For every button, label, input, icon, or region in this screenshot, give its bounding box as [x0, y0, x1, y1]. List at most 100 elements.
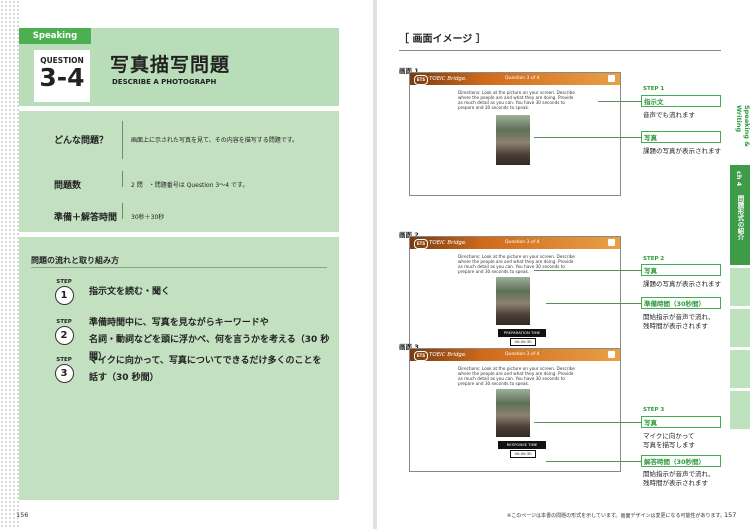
desc-line: 残時間が表示されます — [643, 322, 708, 330]
page-number-right: 157 — [724, 511, 737, 519]
flow-panel: 問題の流れと取り組み方 STEP 1 指示文を読む・聞く STEP 2 準備時間… — [19, 237, 339, 500]
tag-text: 写真 — [644, 267, 657, 275]
timer-label: RESPONSE TIME — [498, 441, 546, 449]
step-number: 1 — [54, 286, 74, 305]
step-line: 話す（30 秒間） — [89, 373, 159, 383]
brand-name: TOEIC Bridge. — [429, 240, 468, 246]
connector-line — [534, 137, 641, 138]
annotation-step-2: STEP 2 — [643, 256, 665, 262]
annotation-desc: 開始指示が音声で流れ、 残時間が表示されます — [643, 313, 715, 331]
directions-text: Directions: Look at the picture on your … — [458, 366, 575, 386]
page-title: 写真描写問題 — [110, 54, 231, 76]
page-number-left: 156 — [16, 511, 29, 519]
section-divider — [399, 50, 721, 51]
step-label: STEP — [56, 357, 72, 363]
annotation-desc: マイクに向かって 写真を描写します — [643, 432, 695, 450]
speaking-tag: Speaking — [19, 28, 91, 44]
step-line: 指示文を読む・聞く — [89, 287, 171, 297]
directions-text: Directions: Look at the picture on your … — [458, 254, 575, 274]
tag-text: 解答時間（30秒間） — [644, 458, 706, 466]
left-page: Speaking QUESTION 3-4 写真描写問題 DESCRIBE A … — [0, 0, 373, 529]
side-tab[interactable] — [730, 268, 750, 306]
info-value: 画面上に示された写真を見て、その内容を描写する問題です。 — [131, 137, 299, 144]
toeic-header-bar: ETS TOEIC Bridge. Question 3 of 4 — [410, 237, 620, 249]
annotation-desc: 課題の写真が表示されます — [643, 147, 721, 155]
divider-line — [122, 121, 123, 159]
step-label: STEP — [56, 319, 72, 325]
ets-logo: ETS — [414, 239, 428, 249]
desc-line: 残時間が表示されます — [643, 479, 708, 487]
side-tab-active[interactable]: ch 4 問題形式の紹介 — [730, 165, 750, 265]
tag-text: 指示文 — [644, 98, 664, 106]
desc-line: 開始指示が音声で流れ、 — [643, 313, 715, 321]
connector-line — [598, 101, 641, 102]
step-text-1: 指示文を読む・聞く — [89, 284, 170, 301]
step-line: マイクに向かって、写真についてできるだけ多くのことを — [89, 356, 322, 366]
photo-placeholder — [496, 389, 530, 437]
divider-line — [122, 171, 123, 187]
speaker-icon — [608, 75, 615, 82]
timer-value: 00:00:30 — [510, 338, 536, 346]
annotation-tag-photo: 写真 — [641, 264, 721, 276]
tag-text: 準備時間（30秒間） — [644, 300, 706, 308]
annotation-tag-photo: 写真 — [641, 131, 721, 143]
connector-line — [546, 461, 641, 462]
step-number: 2 — [54, 326, 74, 345]
annotation-desc: 課題の写真が表示されます — [643, 280, 721, 288]
photo-placeholder — [496, 115, 530, 165]
brand-name: TOEIC Bridge. — [429, 76, 468, 82]
step-label: STEP — [56, 279, 72, 285]
flow-divider — [31, 267, 327, 268]
annotation-desc: 音声でも流れます — [643, 111, 695, 119]
question-counter: Question 3 of 4 — [505, 240, 540, 245]
flow-title: 問題の流れと取り組み方 — [31, 256, 119, 265]
annotation-step-3: STEP 3 — [643, 407, 665, 413]
info-panel: どんな問題？ 画面上に示された写真を見て、その内容を描写する問題です。 問題数 … — [19, 111, 339, 232]
divider-line — [122, 203, 123, 219]
section-title: ［ 画面イメージ ］ — [399, 34, 486, 45]
side-tab-label: Speaking & Writing — [735, 105, 750, 147]
toeic-header-bar: ETS TOEIC Bridge. Question 3 of 4 — [410, 349, 620, 361]
annotation-desc: 開始指示が音声で流れ、 残時間が表示されます — [643, 470, 715, 488]
side-tab-top: Speaking & Writing — [730, 0, 750, 165]
connector-line — [546, 303, 641, 304]
chapter-title: 問題形式の紹介 — [736, 195, 744, 241]
chapter-label: ch 4 — [735, 171, 743, 187]
step-line: 準備時間中に、写真を見ながらキーワードや — [89, 318, 269, 328]
side-tab[interactable] — [730, 350, 750, 388]
info-value: 30秒＋30秒 — [131, 214, 165, 221]
timer-value: 00:00:30 — [510, 450, 536, 458]
question-counter: Question 3 of 4 — [505, 76, 540, 81]
side-tab[interactable] — [730, 309, 750, 347]
annotation-tag-directions: 指示文 — [641, 95, 721, 107]
footnote: ※このページは本書の問題の形式を示しています。画面デザインは変更になる可能性があ… — [507, 513, 725, 519]
info-key: 問題数 — [54, 181, 82, 191]
info-key: どんな問題？ — [54, 136, 109, 146]
connector-line — [534, 270, 641, 271]
speaker-icon — [608, 239, 615, 246]
desc-line: マイクに向かって — [643, 432, 695, 440]
timer-label: PREPARATION TIME — [498, 329, 546, 337]
brand-name: TOEIC Bridge. — [429, 352, 468, 358]
side-tab[interactable] — [730, 391, 750, 429]
right-page: ［ 画面イメージ ］ 画面 1 ETS TOEIC Bridge. Questi… — [377, 0, 750, 529]
connector-line — [534, 422, 641, 423]
question-counter: Question 3 of 4 — [505, 352, 540, 357]
screen-mock-2: ETS TOEIC Bridge. Question 3 of 4 Direct… — [409, 236, 621, 360]
annotation-tag-response: 解答時間（30秒間） — [641, 455, 721, 467]
screen-mock-3: ETS TOEIC Bridge. Question 3 of 4 Direct… — [409, 348, 621, 472]
tag-text: 写真 — [644, 134, 657, 142]
annotation-step-1: STEP 1 — [643, 86, 665, 92]
desc-line: 開始指示が音声で流れ、 — [643, 470, 715, 478]
step-marker-3: STEP 3 — [49, 357, 79, 383]
speaker-icon — [608, 351, 615, 358]
question-number: 3-4 — [39, 63, 85, 92]
step-number: 3 — [54, 364, 74, 383]
directions-text: Directions: Look at the picture on your … — [458, 90, 575, 110]
step-marker-1: STEP 1 — [49, 279, 79, 305]
annotation-tag-photo: 写真 — [641, 416, 721, 428]
screen-mock-1: ETS TOEIC Bridge. Question 3 of 4 Direct… — [409, 72, 621, 196]
tag-text: 写真 — [644, 419, 657, 427]
info-value: 2 問 ・問題番号は Question 3～4 です。 — [131, 182, 249, 189]
question-box: QUESTION 3-4 — [34, 50, 90, 102]
